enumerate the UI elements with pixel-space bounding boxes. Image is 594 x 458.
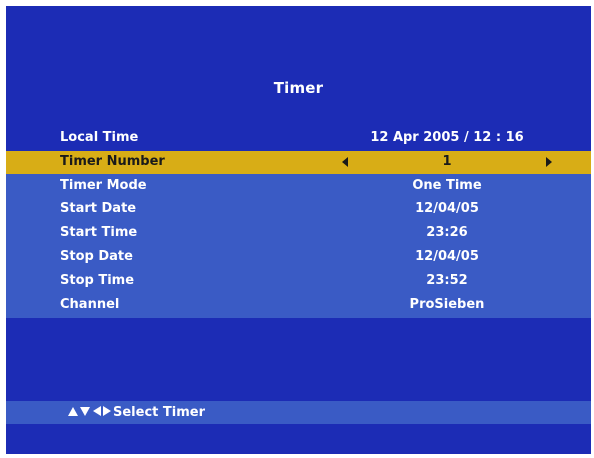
help-text: Select Timer <box>113 405 205 420</box>
setting-row-start-time[interactable]: Start Time 23:26 <box>6 222 591 245</box>
setting-label: Stop Date <box>60 249 133 264</box>
timer-settings-panel: Timer Number 1 Timer Mode One Time Start… <box>6 151 591 318</box>
setting-label: Start Time <box>60 225 138 240</box>
setting-label: Stop Time <box>60 273 135 288</box>
help-bar: Select Timer <box>6 401 591 424</box>
setting-row-channel[interactable]: Channel ProSieben <box>6 294 591 317</box>
setting-value: 12/04/05 <box>415 201 479 216</box>
left-arrow-icon <box>93 406 101 416</box>
setting-row-stop-time[interactable]: Stop Time 23:52 <box>6 270 591 293</box>
setting-row-start-date[interactable]: Start Date 12/04/05 <box>6 198 591 221</box>
setting-row-stop-date[interactable]: Stop Date 12/04/05 <box>6 246 591 269</box>
up-arrow-icon <box>68 407 78 416</box>
setting-label: Timer Number <box>60 154 165 169</box>
setting-value: 23:26 <box>426 225 468 240</box>
setting-label: Timer Mode <box>60 178 147 193</box>
setting-value: 12/04/05 <box>415 249 479 264</box>
setting-value: One Time <box>412 178 482 193</box>
right-arrow-icon[interactable] <box>546 157 552 167</box>
local-time-label: Local Time <box>60 130 139 145</box>
down-arrow-icon <box>80 407 90 416</box>
local-time-row: Local Time 12 Apr 2005 / 12 : 16 <box>6 127 591 151</box>
setting-label: Start Date <box>60 201 137 216</box>
setting-row-timer-mode[interactable]: Timer Mode One Time <box>6 175 591 198</box>
setting-value: 23:52 <box>426 273 468 288</box>
tv-screen: Timer Local Time 12 Apr 2005 / 12 : 16 T… <box>6 6 591 454</box>
right-arrow-icon <box>103 406 111 416</box>
setting-label: Channel <box>60 297 120 312</box>
setting-row-timer-number[interactable]: Timer Number 1 <box>6 151 591 174</box>
setting-value: 1 <box>442 154 452 169</box>
local-time-value: 12 Apr 2005 / 12 : 16 <box>370 130 524 145</box>
setting-value: ProSieben <box>409 297 485 312</box>
screen-title: Timer <box>273 79 324 97</box>
